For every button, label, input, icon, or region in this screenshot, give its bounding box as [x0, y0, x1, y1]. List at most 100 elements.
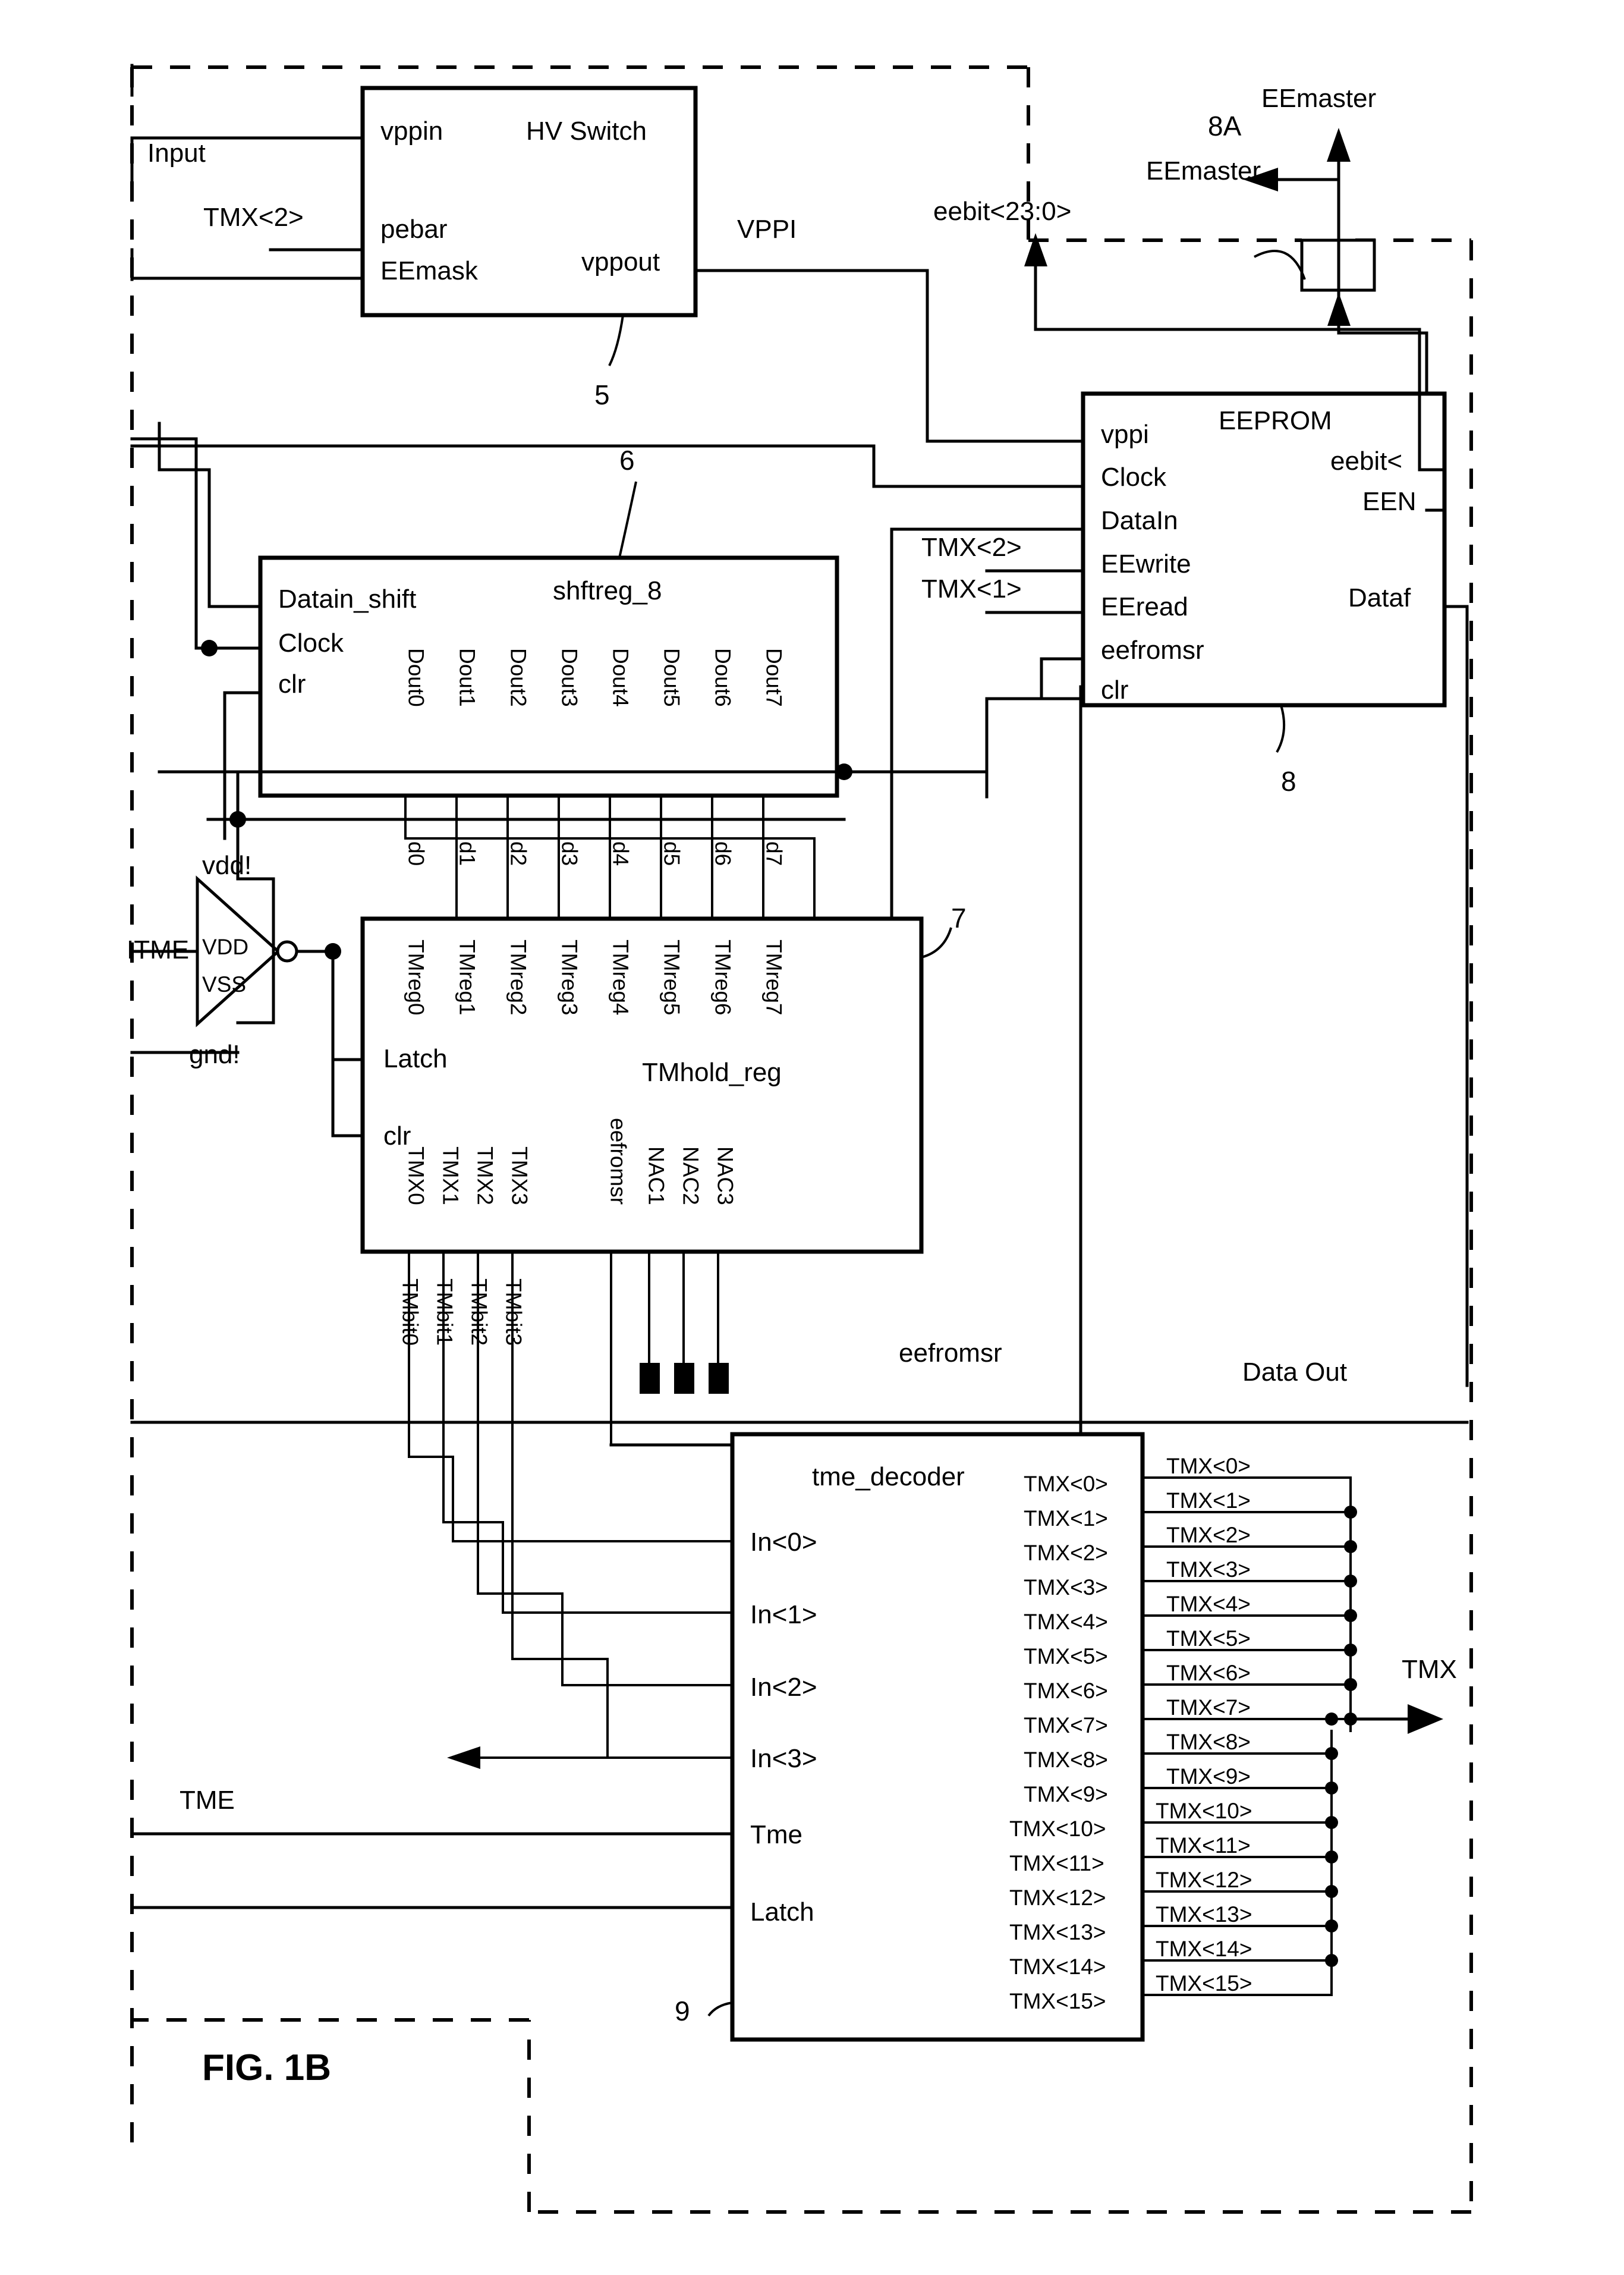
eeprom-pin-datain: DataIn [1101, 506, 1178, 535]
decoder-out-15: TMX<15> [1009, 1989, 1106, 2013]
eeprom-pin-dataf: Dataf [1348, 583, 1411, 612]
ref9-leader [707, 2001, 733, 2017]
tme-decoder-in-3: In<3> [750, 1744, 817, 1773]
tmhold-in-6: TMreg6 [711, 939, 735, 1015]
tme-decoder-in-0: In<0> [750, 1528, 817, 1557]
d-label-6: d6 [711, 841, 735, 866]
tmx-net-5: TMX<5> [1166, 1626, 1251, 1651]
label-gnd: gnd! [189, 1040, 240, 1069]
decoder-out-4: TMX<4> [1024, 1610, 1108, 1634]
nac1-terminal [640, 1363, 660, 1394]
wire-vppout-to-vppi [694, 269, 929, 443]
decoder-out-5: TMX<5> [1024, 1644, 1108, 1668]
ref-numeral-7: 7 [951, 903, 967, 934]
decoder-out-8: TMX<8> [1024, 1748, 1108, 1772]
shftreg-title: shftreg_8 [553, 576, 662, 605]
wire-in2 [477, 1592, 734, 1686]
figure-label: FIG. 1B [202, 2047, 331, 2088]
tmhold-in-5: TMreg5 [660, 939, 684, 1015]
label-vdd: vdd! [202, 851, 251, 880]
tmhold-in-2: TMreg2 [506, 939, 531, 1015]
arrow-in3-left [447, 1746, 480, 1769]
ref-numeral-6: 6 [619, 445, 635, 476]
arrow-tmx-bus [1408, 1704, 1443, 1734]
nac3-terminal [709, 1363, 729, 1394]
d-label-5: d5 [660, 841, 684, 866]
label-tme-net: TME [180, 1786, 235, 1815]
tmbit-label-3: TMbit3 [502, 1278, 526, 1346]
tme-decoder-in-latch: Latch [750, 1897, 814, 1927]
decoder-out-9: TMX<9> [1024, 1782, 1108, 1806]
decoder-out-2: TMX<2> [1024, 1541, 1108, 1565]
tme-decoder-in-tme: Tme [750, 1820, 802, 1849]
tmx-junction-dots [1325, 1506, 1357, 1967]
nac2-terminal [674, 1363, 694, 1394]
tmbit-labels: TMbit0 TMbit1 TMbit2 TMbit3 [398, 1278, 526, 1346]
d-bus-labels: d0 d1 d2 d3 d4 d5 d6 d7 [404, 841, 786, 866]
label-eebit23: eebit<23:0> [933, 197, 1071, 226]
wire-datain-shift-run [158, 422, 211, 608]
tme-decoder-title: tme_decoder [812, 1462, 965, 1491]
eeprom-pin-eewrite: EEwrite [1101, 549, 1191, 579]
label-eemaster-side-2: EEmaster [1146, 156, 1261, 186]
tmhold-out-7: NAC3 [713, 1146, 738, 1205]
ref8-leader [1276, 705, 1286, 753]
tmhold-out-4: eefromsr [606, 1118, 631, 1205]
shftreg-out-5: Dout5 [660, 648, 684, 707]
label-data-out: Data Out [1242, 1358, 1347, 1387]
eeprom-pin-eefromsr: eefromsr [1101, 636, 1204, 665]
ref-numeral-5: 5 [594, 379, 610, 410]
d-label-7: d7 [762, 841, 786, 866]
hv-switch-title: HV Switch [526, 117, 647, 146]
tmhold-pin-latch: Latch [383, 1044, 448, 1073]
decoder-out-6: TMX<6> [1024, 1679, 1108, 1703]
tmhold-title: TMhold_reg [642, 1058, 782, 1087]
shftreg-out-4: Dout4 [609, 648, 633, 707]
tmhold-in-3: TMreg3 [558, 939, 582, 1015]
hv-switch-pin-vppout: vppout [581, 247, 660, 276]
d-label-4: d4 [609, 841, 633, 866]
tmhold-out-0: TMX0 [404, 1146, 429, 1205]
eeprom-title: EEPROM [1219, 406, 1332, 435]
decoder-out-14: TMX<14> [1009, 1955, 1106, 1979]
tmx-net-7: TMX<7> [1166, 1695, 1251, 1720]
decoder-out-11: TMX<11> [1009, 1851, 1104, 1875]
eeprom-pin-eebit: eebit< [1330, 447, 1402, 476]
shftreg-out-6: Dout6 [711, 648, 735, 707]
tmhold-in-1: TMreg1 [455, 939, 480, 1015]
tme-decoder-in-2: In<2> [750, 1673, 817, 1702]
decoder-out-13: TMX<13> [1009, 1920, 1106, 1944]
patent-figure-canvas: vppin HV Switch pebar EEmask vppout Inpu… [0, 0, 1624, 2275]
hv-switch-pin-eemask: EEmask [380, 256, 479, 285]
shftreg-pin-clock: Clock [278, 629, 344, 658]
tmx-net-1: TMX<1> [1166, 1488, 1251, 1513]
tmhold-in-7: TMreg7 [762, 939, 786, 1015]
eeprom-pin-eeread: EEread [1101, 592, 1188, 621]
eeprom-pin-clock: Clock [1101, 463, 1167, 492]
decoder-out-3: TMX<3> [1024, 1575, 1108, 1600]
eeprom-pin-clr: clr [1101, 675, 1128, 705]
label-eefromsr: eefromsr [899, 1338, 1002, 1368]
decoder-out-7: TMX<7> [1024, 1713, 1108, 1737]
label-eemaster-top: EEmaster [1261, 84, 1376, 113]
wire-in1 [442, 1521, 734, 1614]
tmx-net-14: TMX<14> [1156, 1937, 1252, 1961]
wire-dataf-out [1443, 605, 1469, 1387]
wire-inverter-to-latch [331, 950, 364, 1061]
d-label-0: d0 [404, 841, 429, 866]
junction-clock [201, 640, 218, 656]
tmhold-in-0: TMreg0 [404, 939, 429, 1015]
decoder-out-0: TMX<0> [1024, 1472, 1108, 1496]
label-input: Input [147, 139, 206, 168]
tmx-net-15: TMX<15> [1156, 1971, 1252, 1996]
tmx-net-4: TMX<4> [1166, 1592, 1251, 1616]
label-tmx-bus: TMX [1402, 1655, 1457, 1684]
shftreg-out-7: Dout7 [762, 648, 786, 707]
tmx-net-6: TMX<6> [1166, 1661, 1251, 1685]
tmx-net-9: TMX<9> [1166, 1764, 1251, 1789]
inverter-pin-vss: VSS [202, 972, 246, 997]
tmx-net-3: TMX<3> [1166, 1557, 1251, 1582]
ref8A-leader [1254, 250, 1306, 280]
tmhold-out-3: TMX3 [508, 1146, 532, 1205]
wire-clock-eeprom [130, 444, 1085, 488]
